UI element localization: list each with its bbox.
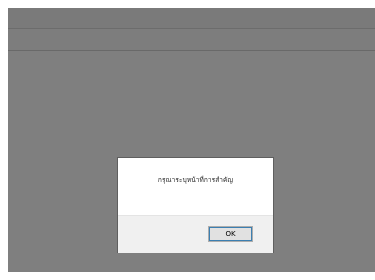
ok-button[interactable]: OK — [208, 226, 253, 242]
dialog-footer: OK — [118, 215, 273, 253]
alert-message: กรุณาระบุหน้าที่การสำคัญ — [157, 176, 234, 184]
screen: กรุณาระบุหน้าที่การสำคัญ OK — [0, 0, 375, 280]
dimmed-app-window: กรุณาระบุหน้าที่การสำคัญ OK — [8, 8, 375, 272]
dialog-body: กรุณาระบุหน้าที่การสำคัญ — [118, 158, 273, 215]
title-bar — [8, 8, 375, 29]
alert-dialog: กรุณาระบุหน้าที่การสำคัญ OK — [118, 158, 273, 253]
toolbar — [8, 29, 375, 51]
